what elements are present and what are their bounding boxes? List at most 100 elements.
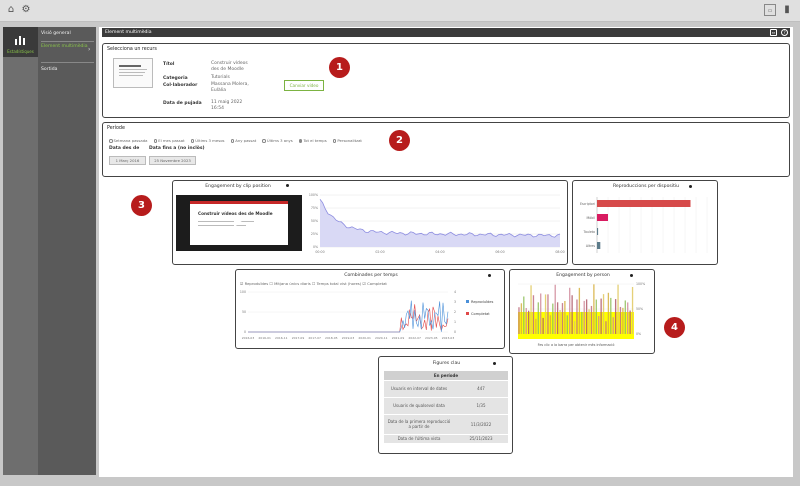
- legend-swatch: [466, 300, 469, 303]
- y2-tick-label: 2: [454, 310, 456, 314]
- person-bar: [549, 315, 552, 334]
- person-bar: [612, 317, 614, 334]
- person-bar: [573, 321, 576, 334]
- person-bar: [547, 294, 549, 334]
- chevron-right-icon: ›: [88, 46, 91, 53]
- person-bar: [569, 287, 571, 334]
- legend-swatch: [466, 312, 469, 315]
- person-bar: [566, 315, 568, 334]
- person-bar: [559, 310, 561, 334]
- y-tick-label: 0: [244, 330, 246, 334]
- device-chart-title: Reproduccions per dispositiu: [612, 184, 680, 189]
- period-option[interactable]: El mes passat: [153, 138, 185, 143]
- date-from-input[interactable]: 1 Març 2016: [109, 156, 146, 165]
- info-icon[interactable]: [630, 274, 633, 277]
- play-icon[interactable]: [234, 217, 242, 227]
- person-bar: [624, 300, 626, 334]
- person-bar: [542, 317, 544, 334]
- person-bar: [552, 303, 554, 334]
- field-value: Construir vídeos des de Moodle: [211, 61, 248, 72]
- help-icon[interactable]: ?: [781, 29, 788, 36]
- sliders-icon[interactable]: ⚙: [20, 4, 32, 16]
- info-icon[interactable]: [286, 184, 289, 187]
- device-bar: [597, 228, 599, 235]
- info-icon[interactable]: [689, 185, 692, 188]
- info-icon[interactable]: [488, 274, 491, 277]
- subnav-item-media[interactable]: Element multimèdia: [38, 44, 88, 49]
- person-bar: [527, 310, 530, 334]
- device-card: Reproduccions per dispositiu Escriptori M…: [572, 180, 718, 265]
- legend-check[interactable]: ☑ Reproduïdes: [240, 281, 268, 286]
- bottom-bar: [0, 478, 800, 486]
- clip-chart-title: Engagement by clip position: [205, 184, 271, 189]
- field-key: Títol: [163, 62, 175, 67]
- x-tick-label: 02:00: [375, 250, 384, 254]
- figure-label: Data de la primera reproducció a partir …: [384, 414, 454, 435]
- person-bar: [540, 293, 542, 334]
- person-bar: [617, 284, 619, 334]
- x-tick-label: 2023-03: [442, 336, 455, 340]
- device-label: Escriptori: [580, 202, 595, 206]
- legend-check[interactable]: ☑ Completat: [362, 281, 386, 286]
- period-option[interactable]: Personalitzat: [332, 138, 362, 143]
- badge-1: 1: [329, 57, 350, 78]
- y-tick-label: 100%: [309, 193, 318, 197]
- y2-tick-label: 4: [454, 290, 456, 294]
- area-fill: [320, 199, 560, 247]
- figure-label: Usuaris de qualsevol data: [384, 397, 454, 415]
- person-bar: [554, 284, 556, 334]
- date-to-input[interactable]: 25 Novembre 2023: [149, 156, 196, 165]
- y2-tick-label: 1: [454, 320, 456, 324]
- person-bar: [561, 303, 564, 334]
- legend-check[interactable]: ☐ Temps total vist (hores): [312, 281, 361, 286]
- subnav-item-overview[interactable]: Visió general: [38, 31, 96, 36]
- x-tick-label: 00:00: [315, 250, 324, 254]
- badge-2: 2: [389, 130, 410, 151]
- y-tick-label: 50%: [636, 307, 643, 311]
- person-bar: [583, 300, 585, 334]
- person-bar: [571, 295, 573, 334]
- expand-icon[interactable]: ⇔: [770, 29, 777, 36]
- change-video-button[interactable]: Canviar vídeo: [284, 80, 324, 91]
- field-key: Data de pujada: [163, 101, 202, 106]
- period-box: Període: [102, 122, 790, 177]
- person-bar: [520, 303, 523, 334]
- person-bar: [530, 285, 532, 334]
- nav-statistics[interactable]: Estadístiques: [3, 27, 38, 57]
- person-bar: [631, 286, 634, 334]
- x-tick-label: 2016-01: [258, 336, 271, 340]
- y2-tick-label: 0: [454, 330, 456, 334]
- subnav-item-output[interactable]: Sortida: [38, 67, 96, 72]
- view-toggle-icon[interactable]: ▭: [764, 4, 776, 16]
- home-icon[interactable]: ⌂: [5, 4, 17, 16]
- device-label: Mòbil: [587, 216, 596, 220]
- y-tick-label: 100: [240, 290, 246, 294]
- period-option[interactable]: Setmana passada: [109, 138, 147, 143]
- device-label: Tauleta: [583, 230, 595, 234]
- field-value: Massana Molera, Eulàlia: [211, 82, 249, 93]
- person-bar-chart: 100% 50% 0% Fes clic a la barra per obtenir…: [518, 282, 645, 347]
- video-player[interactable]: Construir vídeos des de Moodle: [176, 195, 302, 251]
- person-bar: [598, 316, 600, 334]
- person-bar: [564, 300, 566, 334]
- person-bar: [588, 309, 590, 334]
- date-from-label: Data des de: [109, 146, 140, 151]
- info-icon[interactable]: [493, 362, 496, 365]
- person-bar: [581, 311, 583, 334]
- person-bar: [525, 307, 527, 334]
- period-option[interactable]: Últims 3 mesos: [190, 138, 225, 143]
- field-value: 11 maig 2022 16:54: [211, 100, 243, 111]
- period-option[interactable]: Tot el temps: [298, 138, 327, 143]
- person-bar: [585, 299, 588, 334]
- sub-nav: Visió general Element multimèdia › Sorti…: [38, 27, 96, 475]
- series-line-completat: [248, 304, 449, 333]
- figure-value: 447: [454, 380, 508, 398]
- table-row: Usuaris de qualsevol data 1/35: [384, 397, 508, 415]
- panel-header: Element multimèdia ⇔ ?: [102, 28, 790, 37]
- period-option[interactable]: Any passat: [230, 138, 256, 143]
- field-key: Categoria: [163, 76, 188, 81]
- person-bar: [619, 306, 622, 334]
- legend-check[interactable]: ☐ Mitjana únics diaris: [269, 281, 310, 286]
- table-row: Data de la primera reproducció a partir …: [384, 414, 508, 435]
- period-option[interactable]: Últims 3 anys: [262, 138, 293, 143]
